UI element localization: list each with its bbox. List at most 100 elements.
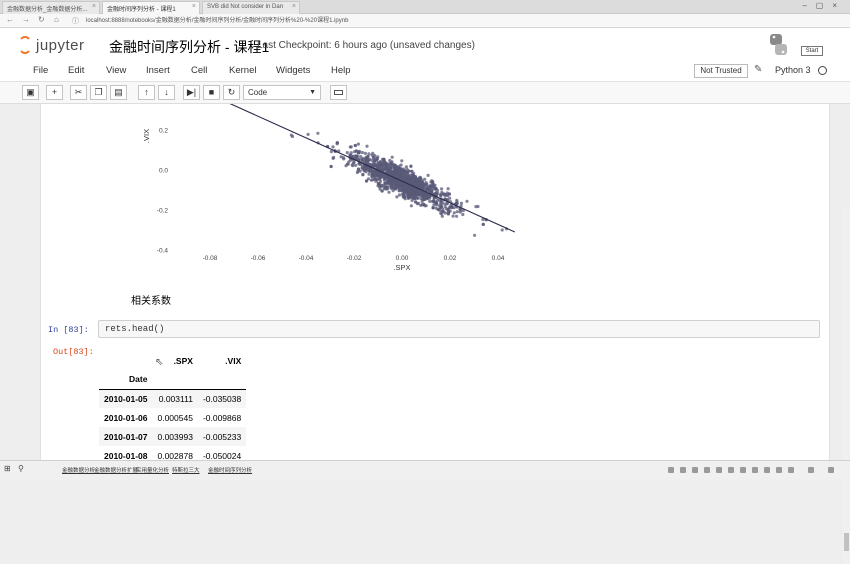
reload-icon[interactable]: ↻ <box>38 15 45 24</box>
menu-file[interactable]: File <box>33 65 48 76</box>
taskbar-item[interactable]: 特斯拉三大 <box>172 466 200 474</box>
y-tick-label: -0.2 <box>157 208 169 215</box>
notebook-title[interactable]: 金融时间序列分析 - 课程1 <box>109 37 269 57</box>
row-date: 2010-01-08 <box>104 450 148 461</box>
cell-spx: 0.003111 <box>158 393 193 404</box>
back-icon[interactable]: ← <box>6 15 14 24</box>
url-field[interactable]: localhost:8888/notebooks/金融数据分析/金融时间序列分析… <box>86 16 776 26</box>
markdown-cell[interactable]: 相关系数 <box>131 292 171 307</box>
paste-icon[interactable]: ▤ <box>110 85 127 100</box>
menu-insert[interactable]: Insert <box>146 65 170 76</box>
menu-cell[interactable]: Cell <box>191 65 207 76</box>
close-icon[interactable]: × <box>192 3 196 10</box>
menu-view[interactable]: View <box>106 65 126 76</box>
cell-type-select[interactable]: Code ▼ <box>243 85 321 100</box>
table-row: 2010-01-06 0.000545 -0.009868 <box>99 408 246 427</box>
taskbar-item[interactable]: 金融时间序列分析 <box>208 466 252 474</box>
move-up-icon[interactable]: ↑ <box>138 85 155 100</box>
move-down-icon[interactable]: ↓ <box>158 85 175 100</box>
scatter-point <box>361 173 365 177</box>
scatter-point <box>431 199 435 203</box>
scatter-point <box>364 179 369 183</box>
taskbar-item[interactable]: 金融数据分析 <box>62 466 95 474</box>
scatter-point <box>356 151 360 155</box>
browser-tab[interactable]: SVB did Not consider in Dan × <box>202 1 300 14</box>
scatter-point <box>450 205 454 210</box>
scatter-point <box>425 188 429 192</box>
y-tick-label: -0.4 <box>157 248 169 255</box>
close-icon[interactable]: × <box>92 3 96 10</box>
menu-widgets[interactable]: Widgets <box>276 65 310 76</box>
scatter-point <box>401 171 405 175</box>
code-cell[interactable]: rets.head() <box>98 320 820 338</box>
jupyter-logo[interactable]: jupyter <box>18 34 98 56</box>
browser-tab-bar: 金融数据分析_金融数据分析... × 金融时间序列分析 - 课程1 × SVB di… <box>0 0 850 14</box>
scatter-point <box>407 169 411 173</box>
scatter-point <box>396 180 400 184</box>
start-button[interactable]: Start <box>801 46 823 56</box>
menu-edit[interactable]: Edit <box>68 65 84 76</box>
scatter-point <box>401 195 405 199</box>
system-tray[interactable] <box>668 467 838 475</box>
scatter-point <box>376 182 380 186</box>
home-icon[interactable]: ⌂ <box>54 15 59 24</box>
save-icon[interactable]: ▣ <box>22 85 39 100</box>
cut-icon[interactable]: ✂ <box>70 85 87 100</box>
scatter-point <box>351 164 355 168</box>
scatter-point <box>363 168 367 172</box>
trust-button[interactable]: Not Trusted <box>694 64 748 78</box>
checkpoint-status: Last Checkpoint: 6 hours ago (unsaved ch… <box>257 40 475 51</box>
scatter-point <box>476 204 480 209</box>
copy-icon[interactable]: ❐ <box>90 85 107 100</box>
table-row: 2010-01-07 0.003993 -0.005233 <box>99 427 247 446</box>
menu-help[interactable]: Help <box>331 65 351 76</box>
x-tick-label: -0.08 <box>203 255 218 262</box>
x-tick-label: 0.02 <box>444 255 457 262</box>
scatter-point <box>392 186 396 190</box>
scatter-point <box>459 201 464 205</box>
add-cell-icon[interactable]: + <box>46 85 63 100</box>
code-text[interactable]: rets.head() <box>105 324 164 334</box>
scatter-point <box>398 168 402 172</box>
tab-label: SVB did Not consider in Dan <box>207 4 284 10</box>
scatter-point <box>365 144 369 148</box>
x-tick-label: 0.00 <box>396 255 409 262</box>
forward-icon[interactable]: → <box>22 15 30 24</box>
scrollbar-thumb[interactable] <box>844 533 849 551</box>
search-icon[interactable]: ⚲ <box>18 464 24 473</box>
y-ticks: -0.4 -0.2 0.0 0.2 <box>157 128 169 255</box>
browser-tab-active[interactable]: 金融时间序列分析 - 课程1 × <box>102 1 200 14</box>
x-tick-label: -0.02 <box>347 255 362 262</box>
keyboard-icon[interactable] <box>330 85 347 100</box>
notebook-toolbar: ▣ + ✂ ❐ ▤ ↑ ↓ ▶| ■ ↻ Code ▼ <box>0 82 850 104</box>
scatter-point <box>439 211 443 215</box>
close-icon[interactable]: × <box>292 3 296 10</box>
windows-start-icon[interactable]: ⊞ <box>4 464 11 473</box>
input-prompt: In [83]: <box>48 325 89 335</box>
scatter-point <box>367 172 371 176</box>
scatter-point <box>455 210 459 214</box>
scatter-point <box>358 169 362 173</box>
restart-icon[interactable]: ↻ <box>223 85 240 100</box>
taskbar-item[interactable]: 实用量化分析 <box>136 466 169 474</box>
jupyter-logo-icon <box>18 36 32 54</box>
taskbar-item[interactable]: 金融数据分析扩展 <box>94 466 138 474</box>
run-icon[interactable]: ▶| <box>183 85 200 100</box>
pencil-icon[interactable]: ✎ <box>754 64 762 75</box>
x-tick-label: 0.04 <box>492 255 505 262</box>
scrollbar[interactable] <box>843 208 850 564</box>
window-controls[interactable]: –▢× <box>802 1 846 10</box>
stop-icon[interactable]: ■ <box>203 85 220 100</box>
scatter-point <box>390 155 394 159</box>
browser-tab[interactable]: 金融数据分析_金融数据分析... × <box>2 1 100 14</box>
taskbar: ⊞ ⚲ 金融数据分析 金融数据分析扩展 实用量化分析 特斯拉三大 金融时间序列分… <box>0 460 850 480</box>
cell-type-value: Code <box>248 88 268 97</box>
scatter-point <box>402 192 406 196</box>
scatter-plot: -0.08 -0.06 -0.04 -0.02 0.00 0.02 0.04 -0.4-0.… <box>142 104 516 272</box>
scatter-point <box>442 192 446 196</box>
jupyter-header: jupyter 金融时间序列分析 - 课程1 Last Checkpoint: … <box>0 28 850 62</box>
scatter-point <box>289 133 293 137</box>
scatter-point <box>368 168 372 172</box>
column-header-vix: .VIX <box>225 355 242 366</box>
menu-kernel[interactable]: Kernel <box>229 65 256 76</box>
